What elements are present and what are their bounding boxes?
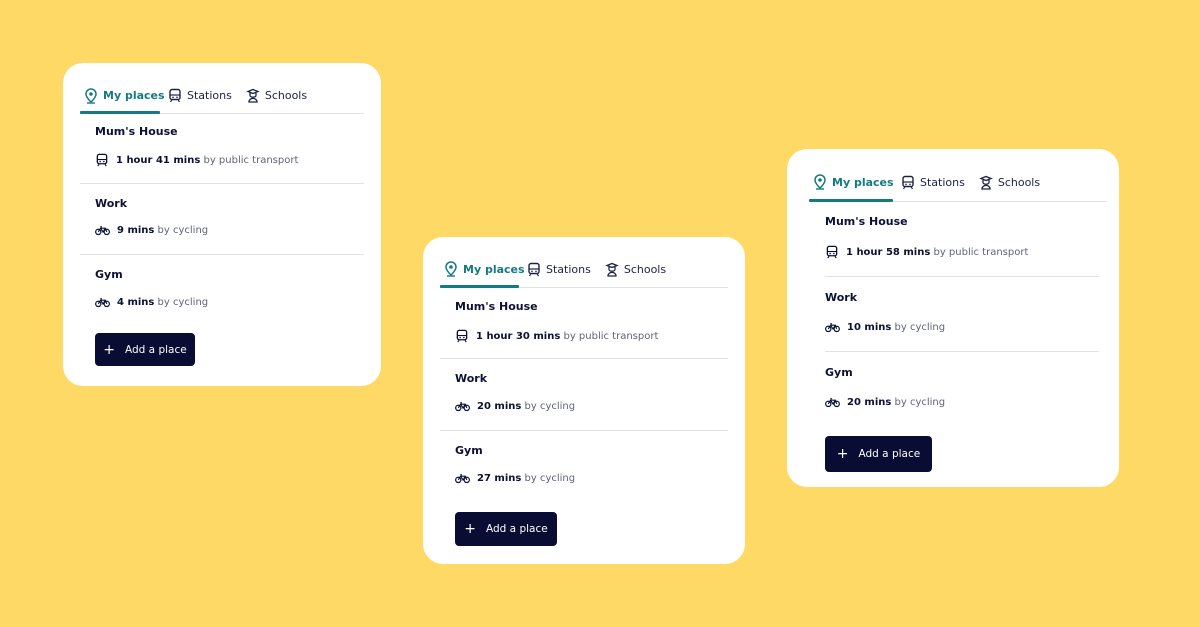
- pin-icon: [85, 87, 97, 104]
- train-icon: [169, 88, 181, 103]
- tab-label: Schools: [997, 175, 1041, 189]
- place-trip: 1 hour 41 mins by public transport: [95, 153, 298, 167]
- school-icon: [605, 262, 619, 277]
- place-list: Mum's House 1 hour 58 mins by public tra…: [825, 201, 1099, 426]
- tab-schools[interactable]: Schools: [242, 78, 313, 113]
- places-card-2: My places Stations Schools Mum's House 1…: [423, 237, 745, 564]
- trip-duration: 1 hour 41 mins: [116, 154, 201, 166]
- bicycle-icon: [825, 323, 840, 333]
- train-icon: [96, 153, 108, 167]
- place-name: Mum's House: [455, 300, 538, 313]
- place-list: Mum's House 1 hour 41 mins by public tra…: [80, 113, 364, 325]
- bicycle-icon: [95, 226, 110, 236]
- place-name: Work: [825, 291, 858, 304]
- place-item[interactable]: Work 20 mins by cycling: [440, 359, 728, 431]
- trip-mode: by cycling: [894, 322, 946, 333]
- place-item[interactable]: Gym 20 mins by cycling: [825, 352, 1099, 426]
- tab-bar: My places Stations Schools: [80, 78, 364, 114]
- trip-mode: by cycling: [157, 225, 209, 236]
- trip-duration: 10 mins: [847, 322, 892, 333]
- add-place-button[interactable]: + Add a place: [95, 333, 195, 366]
- add-place-button[interactable]: + Add a place: [455, 512, 557, 546]
- add-place-button[interactable]: + Add a place: [825, 436, 932, 472]
- tab-label: Schools: [623, 262, 667, 276]
- trip-duration: 27 mins: [477, 473, 522, 484]
- places-card-3: My places Stations Schools Mum's House 1…: [787, 149, 1119, 487]
- place-item[interactable]: Mum's House 1 hour 41 mins by public tra…: [80, 113, 364, 184]
- place-trip: 27 mins by cycling: [455, 473, 575, 484]
- tab-label: My places: [463, 262, 525, 276]
- tab-label: My places: [832, 175, 894, 189]
- place-list: Mum's House 1 hour 30 mins by public tra…: [440, 287, 728, 502]
- tab-label: My places: [103, 89, 165, 102]
- train-icon: [902, 175, 914, 189]
- trip-duration: 9 mins: [117, 225, 155, 236]
- tab-bar: My places Stations Schools: [809, 163, 1107, 202]
- place-name: Mum's House: [825, 215, 908, 228]
- tab-stations[interactable]: Stations: [164, 78, 238, 113]
- place-trip: 9 mins by cycling: [95, 225, 208, 236]
- place-trip: 20 mins by cycling: [455, 401, 575, 412]
- place-item[interactable]: Work 10 mins by cycling: [825, 277, 1099, 352]
- trip-mode: by cycling: [894, 397, 946, 408]
- place-name: Work: [455, 372, 488, 385]
- add-place-label: Add a place: [858, 448, 921, 460]
- add-place-label: Add a place: [125, 343, 187, 356]
- tab-stations[interactable]: Stations: [897, 163, 971, 201]
- bicycle-icon: [455, 474, 470, 484]
- train-icon: [528, 262, 540, 276]
- train-icon: [826, 245, 838, 259]
- trip-mode: by public transport: [563, 330, 659, 342]
- place-name: Gym: [825, 366, 853, 379]
- trip-duration: 1 hour 58 mins: [846, 246, 931, 258]
- trip-duration: 4 mins: [117, 297, 155, 308]
- place-trip: 20 mins by cycling: [825, 397, 945, 408]
- trip-mode: by cycling: [157, 297, 209, 308]
- tab-label: Schools: [264, 89, 308, 102]
- tab-my-places[interactable]: My places: [80, 78, 165, 114]
- trip-duration: 1 hour 30 mins: [476, 330, 561, 342]
- school-icon: [979, 175, 993, 190]
- place-item[interactable]: Mum's House 1 hour 58 mins by public tra…: [825, 201, 1099, 277]
- trip-mode: by cycling: [524, 473, 576, 484]
- place-name: Gym: [95, 268, 123, 281]
- bicycle-icon: [825, 398, 840, 408]
- place-trip: 1 hour 30 mins by public transport: [455, 329, 658, 343]
- place-name: Work: [95, 197, 128, 210]
- bicycle-icon: [95, 298, 110, 308]
- school-icon: [246, 88, 260, 103]
- tab-label: Stations: [920, 175, 965, 189]
- place-trip: 1 hour 58 mins by public transport: [825, 245, 1028, 259]
- pin-icon: [814, 174, 826, 190]
- plus-icon: +: [103, 341, 116, 358]
- tab-my-places[interactable]: My places: [809, 163, 894, 202]
- bicycle-icon: [455, 402, 470, 412]
- trip-mode: by public transport: [933, 246, 1029, 258]
- tab-label: Stations: [187, 89, 232, 102]
- plus-icon: +: [836, 446, 849, 462]
- trip-mode: by cycling: [524, 401, 576, 412]
- trip-duration: 20 mins: [847, 397, 892, 408]
- pin-icon: [445, 261, 457, 277]
- add-place-label: Add a place: [486, 523, 548, 535]
- trip-duration: 20 mins: [477, 401, 522, 412]
- places-card-1: My places Stations Schools Mum's House 1…: [63, 63, 381, 386]
- place-trip: 4 mins by cycling: [95, 297, 208, 308]
- plus-icon: +: [464, 521, 477, 537]
- place-name: Gym: [455, 444, 483, 457]
- tab-bar: My places Stations Schools: [440, 251, 728, 288]
- tab-my-places[interactable]: My places: [440, 251, 525, 288]
- place-item[interactable]: Gym 27 mins by cycling: [440, 431, 728, 502]
- tab-schools[interactable]: Schools: [975, 163, 1046, 201]
- place-trip: 10 mins by cycling: [825, 322, 945, 333]
- tab-label: Stations: [546, 262, 591, 276]
- place-item[interactable]: Gym 4 mins by cycling: [80, 255, 364, 325]
- tab-stations[interactable]: Stations: [523, 251, 597, 287]
- place-name: Mum's House: [95, 125, 178, 138]
- tab-schools[interactable]: Schools: [601, 251, 672, 287]
- place-item[interactable]: Work 9 mins by cycling: [80, 184, 364, 255]
- train-icon: [456, 329, 468, 343]
- place-item[interactable]: Mum's House 1 hour 30 mins by public tra…: [440, 287, 728, 359]
- trip-mode: by public transport: [203, 154, 299, 166]
